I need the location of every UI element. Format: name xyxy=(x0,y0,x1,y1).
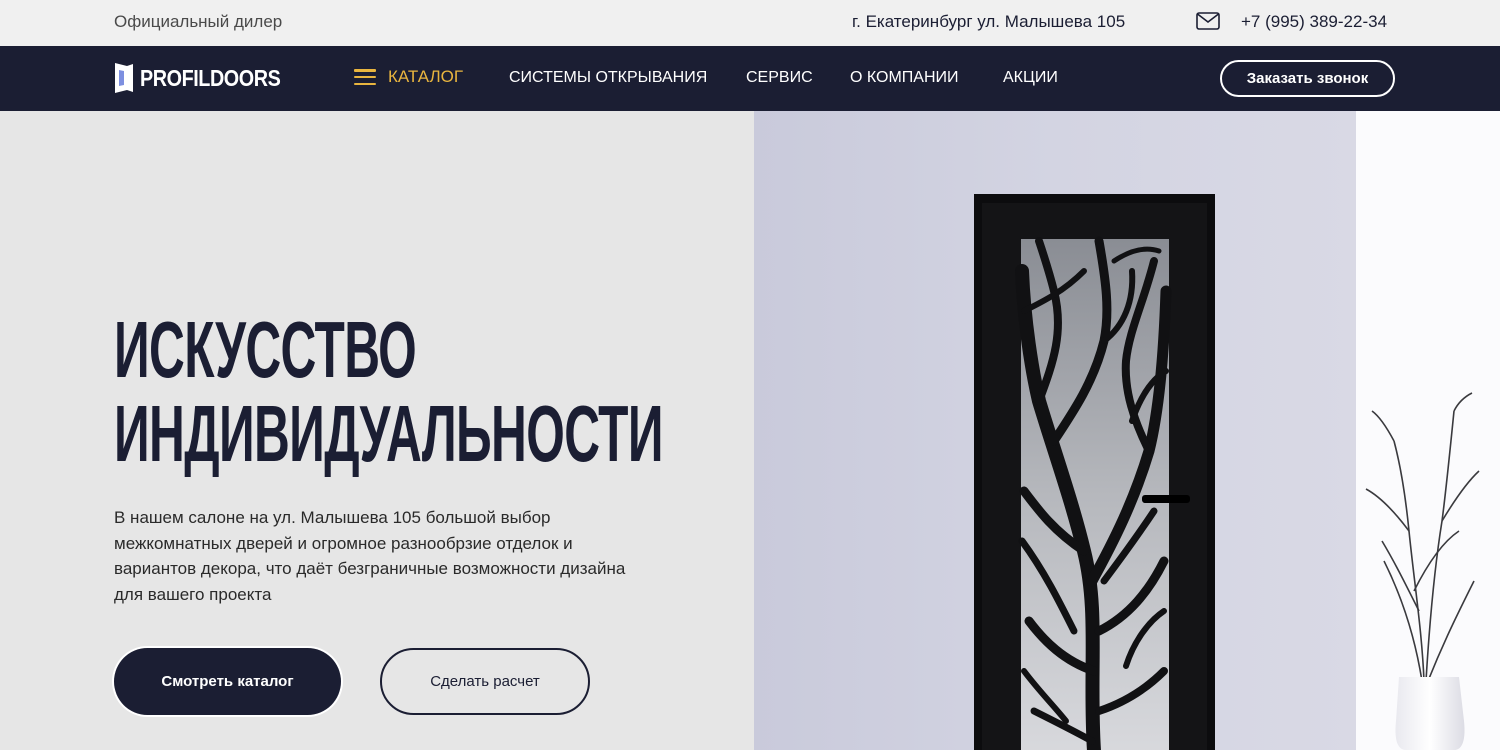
nav-catalog-button[interactable]: КАТАЛОГ xyxy=(354,67,463,87)
nav-catalog-label: КАТАЛОГ xyxy=(388,67,464,86)
hero-title-line-2: ИНДИВИДУАЛЬНОСТИ xyxy=(114,389,664,478)
nav-item-promotions[interactable]: АКЦИИ xyxy=(1003,69,1058,87)
logo-door-icon xyxy=(115,63,133,93)
order-callback-button[interactable]: Заказать звонок xyxy=(1220,60,1395,97)
logo-text: PROFILDOORS xyxy=(140,64,281,91)
nav-item-opening-systems[interactable]: СИСТЕМЫ ОТКРЫВАНИЯ xyxy=(509,69,707,87)
envelope-icon[interactable] xyxy=(1196,12,1220,30)
hero-door-image xyxy=(754,111,1500,750)
nav-item-about[interactable]: О КОМПАНИИ xyxy=(850,69,959,87)
official-dealer-label: Официальный дилер xyxy=(114,12,283,31)
hero-title: ИСКУССТВО ИНДИВИДУАЛЬНОСТИ xyxy=(114,305,664,478)
brand-logo[interactable]: PROFILDOORS xyxy=(114,62,303,94)
phone-number-link[interactable]: +7 (995) 389-22-34 xyxy=(1241,12,1387,32)
store-address: г. Екатеринбург ул. Малышева 105 xyxy=(852,12,1126,31)
hero-description: В нашем салоне на ул. Малышева 105 больш… xyxy=(114,508,626,604)
hero-title-line-1: ИСКУССТВО xyxy=(114,305,417,394)
main-navigation: PROFILDOORS КАТАЛОГ СИСТЕМЫ ОТКРЫВАНИЯ С… xyxy=(0,46,1500,111)
top-info-bar: Официальный дилер г. Екатеринбург ул. Ма… xyxy=(0,0,1500,46)
make-calculation-button[interactable]: Сделать расчет xyxy=(380,648,590,715)
nav-item-service[interactable]: СЕРВИС xyxy=(746,69,813,87)
hamburger-menu-icon xyxy=(354,69,376,85)
view-catalog-button[interactable]: Смотреть каталог xyxy=(114,648,341,715)
